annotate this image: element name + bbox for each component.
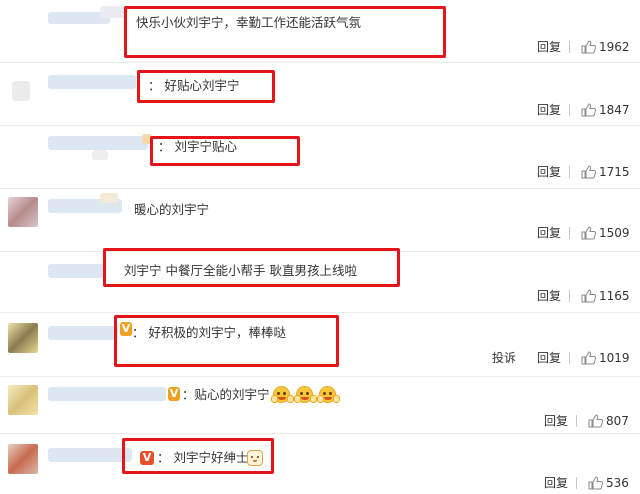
reply-link[interactable]: 回复 <box>537 289 561 303</box>
highlight-box <box>137 70 275 103</box>
highlight-box <box>124 6 446 58</box>
laughing-emoji-icon <box>294 386 317 403</box>
like-count: 536 <box>606 476 629 490</box>
divider <box>569 166 570 178</box>
divider <box>576 415 577 427</box>
highlight-box <box>122 438 274 474</box>
blurred-username <box>48 387 166 401</box>
blurred-avatar <box>12 81 30 101</box>
highlight-box <box>150 136 300 166</box>
highlight-box <box>103 248 400 287</box>
like-count: 807 <box>606 414 629 428</box>
blurred-username <box>48 75 136 89</box>
like-count: 1165 <box>599 289 630 303</box>
highlight-box <box>114 315 339 367</box>
like-count: 1962 <box>599 40 630 54</box>
reply-link[interactable]: 回复 <box>537 351 561 365</box>
comment-row: V ： 刘宇宁好绅士 回复 536 <box>0 434 640 494</box>
divider <box>569 104 570 116</box>
blurred-username <box>48 326 118 340</box>
avatar <box>8 323 38 353</box>
blurred-username <box>48 136 148 150</box>
thumbs-up-icon[interactable] <box>581 226 596 240</box>
blurred-detail <box>100 193 118 203</box>
blurred-username <box>48 448 132 462</box>
thumbs-up-icon[interactable] <box>581 165 596 179</box>
like-count: 1019 <box>599 351 630 365</box>
reply-link[interactable]: 回复 <box>537 226 561 240</box>
thumbs-up-icon[interactable] <box>588 476 603 490</box>
thumbs-up-icon[interactable] <box>581 103 596 117</box>
blurred-detail <box>92 150 108 160</box>
laughing-emoji-icon <box>317 386 340 403</box>
divider <box>569 290 570 302</box>
like-count: 1509 <box>599 226 630 240</box>
avatar <box>8 385 38 415</box>
reply-link[interactable]: 回复 <box>537 165 561 179</box>
comment-row: 暖心的刘宇宁 回复 1509 <box>0 189 640 251</box>
like-count: 1847 <box>599 103 630 117</box>
reply-link[interactable]: 回复 <box>537 103 561 117</box>
vip-badge: V <box>168 387 180 401</box>
comment-row: ： 刘宇宁贴心 回复 1715 <box>0 126 640 188</box>
thumbs-up-icon[interactable] <box>588 414 603 428</box>
divider <box>576 477 577 489</box>
divider <box>569 41 570 53</box>
comment-row: 快乐小伙刘宇宁，幸勤工作还能活跃气氛 回复 1962 <box>0 0 640 62</box>
thumbs-up-icon[interactable] <box>581 40 596 54</box>
reply-link[interactable]: 回复 <box>544 414 568 428</box>
like-count: 1715 <box>599 165 630 179</box>
laughing-emoji-icon <box>271 386 294 403</box>
comment-row: 刘宇宁 中餐厅全能小帮手 耿直男孩上线啦 回复 1165 <box>0 248 640 312</box>
thumbs-up-icon[interactable] <box>581 289 596 303</box>
thumbs-up-icon[interactable] <box>581 351 596 365</box>
comment-row: V ：贴心的刘宇宁 回复 807 <box>0 377 640 433</box>
comment-row: ： 好贴心刘宇宁 回复 1847 <box>0 63 640 125</box>
reply-link[interactable]: 回复 <box>544 476 568 490</box>
comment-text: ：贴心的刘宇宁 <box>182 387 270 402</box>
blurred-username <box>48 264 104 278</box>
avatar <box>8 444 38 474</box>
blurred-username <box>100 6 126 18</box>
comment-row: V ： 好积极的刘宇宁，棒棒哒 投诉 回复 1019 <box>0 313 640 376</box>
divider <box>569 352 570 364</box>
comment-text: 暖心的刘宇宁 <box>134 202 210 217</box>
report-link[interactable]: 投诉 <box>492 351 516 365</box>
divider <box>569 227 570 239</box>
avatar <box>8 197 38 227</box>
reply-link[interactable]: 回复 <box>537 40 561 54</box>
